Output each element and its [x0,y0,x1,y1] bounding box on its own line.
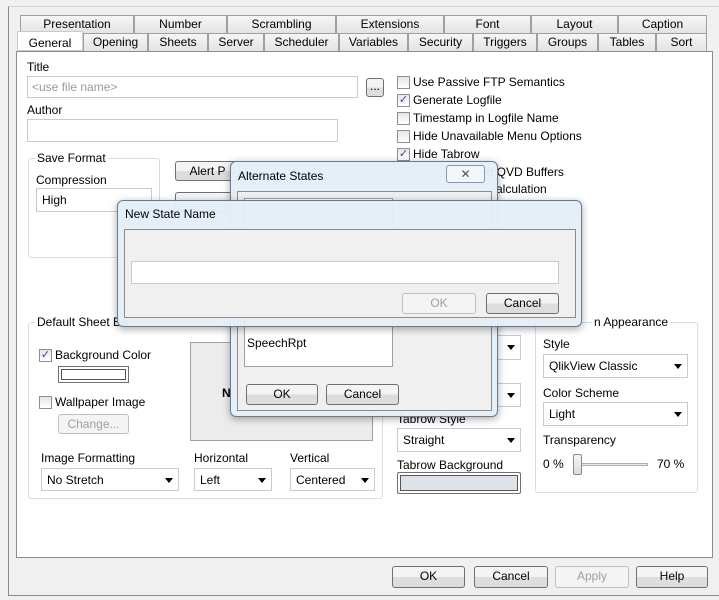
option-label: Timestamp in Logfile Name [413,111,559,125]
image-formatting-value: No Stretch [47,473,104,487]
color-scheme-label: Color Scheme [543,386,620,400]
close-icon: ✕ [460,167,471,181]
chevron-down-icon [258,478,266,483]
tab-layout[interactable]: Layout [531,15,618,34]
transparency-label: Transparency [543,433,616,447]
tab-server[interactable]: Server [208,33,264,52]
option-checkbox[interactable]: ✓ Generate Logfile [397,93,502,107]
option-label: Hide Unavailable Menu Options [413,129,582,143]
option-label: Hide Tabrow [413,147,480,161]
new-state-cancel-button[interactable]: Cancel [486,293,559,314]
compression-value: High [42,193,67,207]
obscured-option-label: alculation [496,182,547,196]
checkbox-box [397,111,410,125]
checkbox-box [397,129,410,143]
background-color-label: Background Color [55,348,152,362]
compression-label: Compression [36,173,107,187]
title-label: Title [27,60,50,74]
list-item[interactable]: SpeechRpt [247,336,306,350]
tab-triggers[interactable]: Triggers [473,33,537,52]
style-label: Style [543,337,570,351]
option-label: Use Passive FTP Semantics [413,75,565,89]
alt-cancel-button[interactable]: Cancel [326,384,399,405]
option-checkbox[interactable]: Hide Unavailable Menu Options [397,129,582,143]
background-legend: Default Sheet Ba [35,315,130,329]
vertical-value: Centered [296,473,346,487]
chevron-down-icon [674,412,682,417]
close-button[interactable]: ✕ [446,165,485,183]
appearance-legend: n Appearance [592,315,671,329]
author-label: Author [27,103,63,117]
option-checkbox[interactable]: Timestamp in Logfile Name [397,111,559,125]
transparency-min: 0 % [543,457,564,471]
tabrow-background-label: Tabrow Background [397,458,504,472]
tab-sheets[interactable]: Sheets [148,33,208,52]
transparency-slider-track[interactable] [576,463,648,466]
tab-variables[interactable]: Variables [339,33,408,52]
tab-sort[interactable]: Sort [656,33,707,52]
check-icon: ✓ [397,93,410,107]
horizontal-value: Left [200,473,221,487]
transparency-slider-thumb[interactable] [573,454,582,475]
tab-groups[interactable]: Groups [537,33,598,52]
wallpaper-image-checkbox[interactable]: Wallpaper Image [39,395,145,409]
wallpaper-label: Wallpaper Image [55,395,146,409]
chevron-down-icon [361,478,369,483]
chevron-down-icon [507,438,515,443]
new-state-name-dialog: New State Name OK Cancel [117,200,582,327]
ok-button[interactable]: OK [392,566,465,588]
background-color-swatch[interactable] [58,366,129,383]
option-label: Generate Logfile [413,93,502,107]
color-scheme-select[interactable]: Light [543,402,688,426]
author-input[interactable] [27,119,338,142]
check-icon: ✓ [397,147,410,161]
tabrow-background-swatch[interactable] [397,472,521,494]
title-browse-button[interactable]: ... [366,78,384,97]
alt-ok-button[interactable]: OK [246,384,318,405]
horizontal-select[interactable]: Left [194,468,272,491]
apply-button[interactable]: Apply [555,566,629,588]
state-name-input[interactable] [131,261,559,284]
background-color-checkbox[interactable]: ✓ Background Color [39,348,151,362]
checkbox-box [397,75,410,89]
dialog-title: Alternate States [238,169,324,183]
chevron-down-icon [507,393,515,398]
check-icon: ✓ [39,348,52,362]
tab-general[interactable]: General [17,31,83,51]
chevron-down-icon [674,364,682,369]
help-button[interactable]: Help [636,566,708,588]
transparency-max: 70 % [657,457,685,471]
option-checkbox[interactable]: Use Passive FTP Semantics [397,75,565,89]
tab-scheduler[interactable]: Scheduler [264,33,339,52]
new-state-ok-button[interactable]: OK [402,293,476,314]
dialog-title: New State Name [125,207,216,221]
title-input[interactable]: <use file name> [27,76,358,98]
chevron-down-icon [165,478,173,483]
checkbox-box [39,395,52,409]
tab-extensions[interactable]: Extensions [336,15,444,34]
style-value: QlikView Classic [549,359,638,373]
new-state-panel: OK Cancel [124,229,576,318]
tab-number[interactable]: Number [134,15,227,34]
vertical-select[interactable]: Centered [290,468,375,491]
tab-security[interactable]: Security [408,33,473,52]
tab-scrambling[interactable]: Scrambling [227,15,336,34]
chevron-down-icon [507,345,515,350]
image-formatting-label: Image Formatting [41,451,136,465]
tabrow-style-value: Straight [403,433,445,447]
tab-caption[interactable]: Caption [618,15,707,34]
tabrow-style-select[interactable]: Straight [397,428,521,452]
horizontal-label: Horizontal [194,451,249,465]
option-checkbox[interactable]: ✓ Hide Tabrow [397,147,479,161]
vertical-label: Vertical [290,451,330,465]
style-select[interactable]: QlikView Classic [543,354,688,378]
cancel-button[interactable]: Cancel [474,566,548,588]
tab-tables[interactable]: Tables [598,33,656,52]
tab-opening[interactable]: Opening [83,33,148,52]
image-formatting-select[interactable]: No Stretch [41,468,179,491]
tab-font[interactable]: Font [444,15,531,34]
save-format-legend: Save Format [35,151,108,165]
change-wallpaper-button[interactable]: Change... [58,414,129,434]
color-scheme-value: Light [549,407,576,421]
